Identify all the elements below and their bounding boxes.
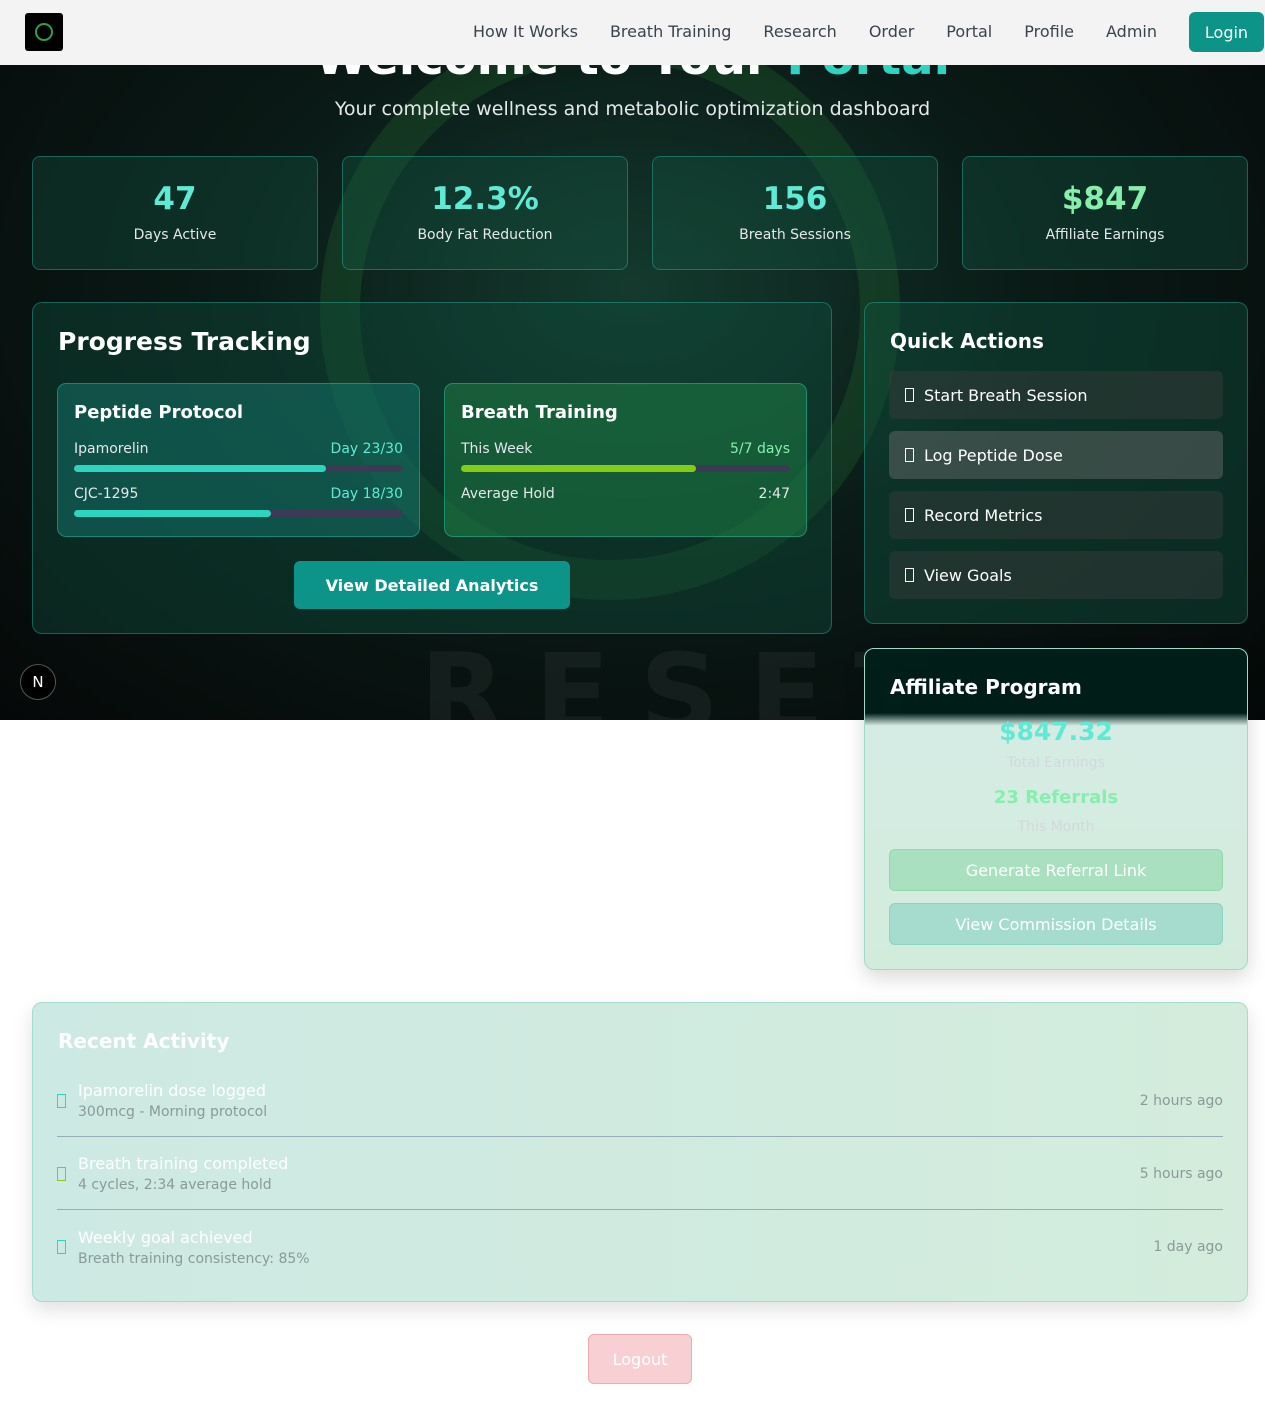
nav-how-it-works[interactable]: How It Works bbox=[473, 22, 578, 41]
record-metrics-button[interactable]: Record Metrics bbox=[889, 491, 1223, 539]
stat-card-bodyfat: 12.3% Body Fat Reduction bbox=[342, 156, 628, 270]
stat-label: Affiliate Earnings bbox=[1045, 227, 1165, 243]
recent-activity-panel: Recent Activity Ipamorelin dose logged 30… bbox=[32, 1002, 1248, 1302]
logo-icon bbox=[35, 23, 53, 41]
target-icon bbox=[905, 568, 914, 582]
peptide-protocol-card: Peptide Protocol Ipamorelin Day 23/30 CJC… bbox=[57, 383, 420, 537]
progress-bar bbox=[461, 465, 790, 472]
progress-bar bbox=[74, 510, 403, 517]
activity-time: 1 day ago bbox=[1153, 1239, 1223, 1255]
total-earnings-label: Total Earnings bbox=[1007, 755, 1105, 771]
activity-item: Ipamorelin dose logged 300mcg - Morning p… bbox=[57, 1065, 1223, 1137]
view-goals-button[interactable]: View Goals bbox=[889, 551, 1223, 599]
progress-bar bbox=[74, 465, 403, 472]
nav-profile[interactable]: Profile bbox=[1024, 22, 1074, 41]
item-value: Day 23/30 bbox=[330, 441, 403, 457]
activity-title: Weekly goal achieved bbox=[78, 1227, 253, 1247]
total-earnings-value: $847.32 bbox=[999, 717, 1113, 746]
nav-research[interactable]: Research bbox=[763, 22, 836, 41]
nav-breath-training[interactable]: Breath Training bbox=[610, 22, 731, 41]
activity-item: Weekly goal achieved Breath training cons… bbox=[57, 1211, 1223, 1283]
view-commission-details-button[interactable]: View Commission Details bbox=[889, 903, 1223, 945]
breath-icon bbox=[57, 1166, 66, 1181]
activity-detail: Breath training consistency: 85% bbox=[78, 1250, 310, 1267]
item-value: 2:47 bbox=[758, 486, 790, 502]
nav-order[interactable]: Order bbox=[869, 22, 914, 41]
panel-title: Progress Tracking bbox=[58, 327, 311, 356]
syringe-icon bbox=[57, 1093, 66, 1108]
stat-label: Days Active bbox=[133, 227, 217, 243]
stat-card-earnings: $847 Affiliate Earnings bbox=[962, 156, 1248, 270]
quick-actions-panel: Quick Actions Start Breath Session Log P… bbox=[864, 302, 1248, 624]
item-name: Average Hold bbox=[461, 486, 555, 502]
activity-detail: 4 cycles, 2:34 average hold bbox=[78, 1177, 272, 1193]
action-label: Start Breath Session bbox=[924, 385, 1088, 405]
item-value: Day 18/30 bbox=[330, 486, 403, 502]
card-title: Peptide Protocol bbox=[74, 402, 244, 423]
start-breath-session-button[interactable]: Start Breath Session bbox=[889, 371, 1223, 419]
action-label: Log Peptide Dose bbox=[924, 445, 1063, 465]
card-title: Breath Training bbox=[461, 402, 618, 423]
log-peptide-dose-button[interactable]: Log Peptide Dose bbox=[889, 431, 1223, 479]
generate-referral-link-button[interactable]: Generate Referral Link bbox=[889, 849, 1223, 891]
activity-title: Breath training completed bbox=[78, 1154, 289, 1173]
progress-fill bbox=[74, 465, 327, 472]
stat-label: Breath Sessions bbox=[739, 227, 851, 243]
stat-value: 156 bbox=[762, 181, 828, 217]
stat-label: Body Fat Reduction bbox=[417, 227, 553, 243]
view-analytics-button[interactable]: View Detailed Analytics bbox=[294, 561, 570, 609]
logo[interactable] bbox=[25, 13, 63, 51]
activity-title: Ipamorelin dose logged bbox=[78, 1081, 266, 1100]
item-name: CJC-1295 bbox=[74, 486, 139, 502]
nav-portal[interactable]: Portal bbox=[946, 22, 992, 41]
page-subtitle: Your complete wellness and metabolic opt… bbox=[334, 98, 931, 120]
logout-button[interactable]: Logout bbox=[588, 1334, 692, 1384]
action-label: Record Metrics bbox=[924, 505, 1043, 525]
dev-badge[interactable]: N bbox=[20, 664, 56, 700]
chart-icon bbox=[905, 508, 914, 522]
top-nav: How It Works Breath Training Research Or… bbox=[0, 0, 1265, 65]
nav-admin[interactable]: Admin bbox=[1106, 22, 1157, 41]
stat-value: 12.3% bbox=[431, 181, 539, 217]
breath-training-card: Breath Training This Week 5/7 days Averag… bbox=[444, 383, 807, 537]
progress-fill bbox=[74, 510, 272, 517]
item-name: This Week bbox=[461, 441, 533, 457]
referrals-label: This Month bbox=[1017, 819, 1095, 835]
stat-card-days: 47 Days Active bbox=[32, 156, 318, 270]
referrals-value: 23 Referrals bbox=[993, 787, 1119, 808]
affiliate-panel: Affiliate Program $847.32 Total Earnings… bbox=[864, 648, 1248, 970]
stat-card-sessions: 156 Breath Sessions bbox=[652, 156, 938, 270]
progress-fill bbox=[461, 465, 696, 472]
breath-icon bbox=[905, 388, 914, 402]
stat-value: 47 bbox=[153, 181, 197, 217]
stat-value: $847 bbox=[1061, 181, 1149, 217]
activity-time: 5 hours ago bbox=[1139, 1165, 1223, 1182]
progress-panel: Progress Tracking Peptide Protocol Ipamo… bbox=[32, 302, 832, 634]
panel-title: Recent Activity bbox=[58, 1029, 230, 1053]
trophy-icon bbox=[57, 1240, 66, 1254]
activity-time: 2 hours ago bbox=[1139, 1092, 1223, 1109]
panel-title: Affiliate Program bbox=[890, 675, 1082, 699]
item-value: 5/7 days bbox=[729, 441, 790, 457]
item-name: Ipamorelin bbox=[74, 441, 149, 457]
activity-detail: 300mcg - Morning protocol bbox=[78, 1104, 268, 1120]
panel-title: Quick Actions bbox=[890, 329, 1044, 353]
login-button[interactable]: Login bbox=[1189, 12, 1264, 52]
activity-item: Breath training completed 4 cycles, 2:34 … bbox=[57, 1138, 1223, 1210]
action-label: View Goals bbox=[924, 565, 1012, 585]
syringe-icon bbox=[905, 448, 914, 462]
